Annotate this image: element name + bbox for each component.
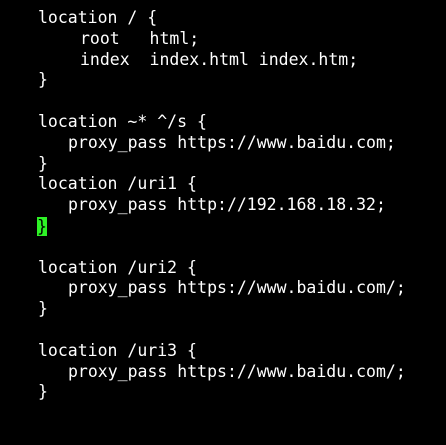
- code-text: }: [38, 382, 48, 402]
- code-line: proxy_pass https://www.baidu.com/;: [0, 362, 406, 383]
- code-text: location / {: [38, 8, 158, 27]
- code-line: root html;: [0, 29, 199, 50]
- code-line: location /uri1 {: [0, 174, 197, 195]
- code-line: proxy_pass http://192.168.18.32;: [0, 195, 386, 216]
- code-text: }: [38, 70, 48, 90]
- code-text: location /uri3 {: [38, 340, 197, 360]
- code-line: }: [0, 299, 60, 320]
- text-cursor[interactable]: }: [37, 216, 47, 236]
- code-text: proxy_pass https://www.baidu.com/;: [68, 278, 406, 298]
- code-text: location /uri1 {: [38, 174, 197, 194]
- code-text: proxy_pass http://192.168.18.32;: [68, 195, 386, 215]
- code-text: }: [38, 153, 48, 173]
- code-text: proxy_pass https://www.baidu.com;: [68, 132, 396, 152]
- code-line: location /uri3 {: [0, 341, 197, 362]
- code-line: location / {: [0, 8, 157, 29]
- code-line: proxy_pass https://www.baidu.com/;: [0, 278, 406, 299]
- code-line: }: [0, 382, 60, 403]
- code-text: index index.html index.htm;: [80, 49, 359, 69]
- code-line: proxy_pass https://www.baidu.com;: [0, 133, 396, 154]
- code-text: root html;: [80, 28, 200, 48]
- code-line-cursor[interactable]: }: [0, 216, 60, 237]
- terminal-window[interactable]: location / { root html; index index.html…: [0, 0, 446, 425]
- code-text: }: [38, 299, 48, 319]
- code-line: }: [0, 154, 60, 175]
- code-line: index index.html index.htm;: [0, 50, 358, 71]
- code-line: location /uri2 {: [0, 258, 197, 279]
- nginx-config-text: location / { root html; index index.html…: [0, 8, 406, 403]
- code-text: location /uri2 {: [38, 257, 197, 277]
- code-text: proxy_pass https://www.baidu.com/;: [68, 361, 406, 381]
- code-text: location ~* ^/s {: [38, 111, 207, 131]
- code-line: }: [0, 70, 60, 91]
- code-line: location ~* ^/s {: [0, 112, 207, 133]
